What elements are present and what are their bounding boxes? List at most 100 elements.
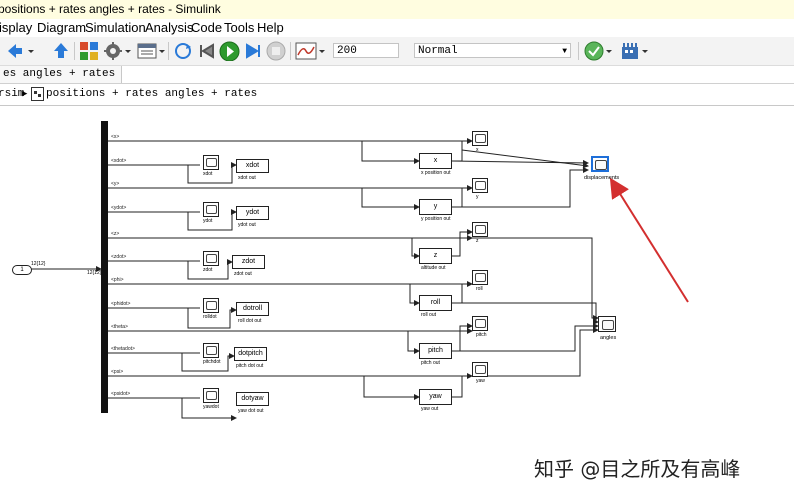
model-config-icon[interactable] <box>103 41 123 61</box>
scope-icon <box>475 225 486 234</box>
scope-icon <box>475 273 486 282</box>
scope-icon <box>475 134 486 143</box>
menu-analysis[interactable]: Analysis <box>145 19 193 37</box>
menu-help[interactable]: Help <box>257 19 284 37</box>
position-output-block[interactable]: pitch <box>419 343 452 359</box>
position-output-block[interactable]: yaw <box>419 389 452 405</box>
angles-label: angles <box>600 335 617 341</box>
refresh-icon[interactable] <box>172 41 194 61</box>
rate-output-block[interactable]: xdot <box>236 159 269 173</box>
tab-model[interactable]: es angles + rates <box>0 66 123 83</box>
step-forward-icon[interactable] <box>243 41 263 61</box>
position-output-caption: altitude out <box>421 265 446 271</box>
signal-label: <theta> <box>111 324 128 330</box>
model-explorer-icon[interactable] <box>137 41 157 61</box>
position-scope-block[interactable] <box>472 316 488 331</box>
rate-scope-block[interactable] <box>203 298 219 313</box>
position-scope-label: pitch <box>476 332 487 338</box>
position-output-caption: y position out <box>421 216 451 222</box>
displacements-scope[interactable] <box>591 156 609 172</box>
rate-scope-block[interactable] <box>203 388 219 403</box>
rate-output-block[interactable]: zdot <box>232 255 265 269</box>
scope-icon[interactable] <box>295 41 317 61</box>
rate-output-caption: roll dot out <box>238 318 262 324</box>
step-back-icon[interactable] <box>197 41 217 61</box>
position-scope-label: z <box>476 238 479 244</box>
check-icon[interactable] <box>584 41 604 61</box>
config-dropdown-icon[interactable] <box>124 41 132 61</box>
rate-scope-block[interactable] <box>203 251 219 266</box>
menu-display[interactable]: isplay <box>0 19 32 37</box>
scope-icon <box>475 319 486 328</box>
position-scope-block[interactable] <box>472 222 488 237</box>
signal-label: <phidot> <box>111 301 131 307</box>
rate-scope-block[interactable] <box>203 202 219 217</box>
stop-time-input[interactable]: 200 <box>333 43 399 58</box>
scope-icon <box>475 181 486 190</box>
rate-output-block[interactable]: dotyaw <box>236 392 269 406</box>
scope-icon <box>206 254 217 263</box>
rate-scope-label: xdot <box>203 171 213 177</box>
menu-bar: isplay Diagram Simulation Analysis Code … <box>0 19 794 37</box>
signal-label: <z> <box>111 231 120 237</box>
signal-label: <xdot> <box>111 158 127 164</box>
position-output-block[interactable]: x <box>419 153 452 169</box>
scope-dropdown-icon[interactable] <box>318 41 326 61</box>
menu-simulation[interactable]: Simulation <box>85 19 146 37</box>
run-icon[interactable] <box>219 41 240 61</box>
inport-block[interactable]: 1 <box>12 265 32 275</box>
menu-tools[interactable]: Tools <box>224 19 254 37</box>
position-output-block[interactable]: z <box>419 248 452 264</box>
position-output-caption: yaw out <box>421 406 439 412</box>
up-icon[interactable] <box>52 41 70 61</box>
explorer-dropdown-icon[interactable] <box>158 41 166 61</box>
annotation-arrow <box>609 177 689 303</box>
scope-icon <box>206 301 217 310</box>
simulation-mode-value: Normal <box>418 45 458 57</box>
position-scope-block[interactable] <box>472 178 488 193</box>
rate-output-caption: zdot out <box>234 271 252 277</box>
rate-scope-label: zdot <box>203 267 213 273</box>
demux-dim-label: 12{12} <box>87 270 102 276</box>
signal-label: <x> <box>111 134 120 140</box>
rate-scope-block[interactable] <box>203 343 219 358</box>
signal-label: <psidot> <box>111 391 131 397</box>
stop-icon[interactable] <box>266 41 286 61</box>
signal-label: <thetadot> <box>111 346 135 352</box>
library-browser-icon[interactable] <box>79 41 99 61</box>
position-scope-block[interactable] <box>472 131 488 146</box>
position-scope-block[interactable] <box>472 362 488 377</box>
simulation-mode-select[interactable]: Normal ▼ <box>414 43 571 58</box>
demux-block[interactable] <box>101 121 108 413</box>
rate-scope-block[interactable] <box>203 155 219 170</box>
rate-output-block[interactable]: ydot <box>236 206 269 220</box>
build-dropdown-icon[interactable] <box>641 41 649 61</box>
signal-label: <y> <box>111 181 120 187</box>
back-icon[interactable] <box>6 41 24 61</box>
menu-diagram[interactable]: Diagram <box>37 19 86 37</box>
rate-output-block[interactable]: dotroll <box>236 302 269 316</box>
signal-label: <psi> <box>111 369 124 375</box>
position-scope-block[interactable] <box>472 270 488 285</box>
scope-icon <box>206 391 217 400</box>
position-output-caption: pitch out <box>421 360 440 366</box>
forward-dropdown-icon[interactable] <box>26 41 36 61</box>
position-scope-label: x <box>476 147 479 153</box>
position-output-block[interactable]: roll <box>419 295 452 311</box>
breadcrumb-root[interactable]: rsim <box>0 84 24 105</box>
rate-output-caption: pitch dot out <box>236 363 264 369</box>
menu-code[interactable]: Code <box>191 19 222 37</box>
model-canvas[interactable]: 1 12{12} 12{12} <x> <xdot> <y> <ydot> <z> <zd… <box>0 106 794 500</box>
angles-scope[interactable] <box>598 316 616 332</box>
scope-icon <box>475 365 486 374</box>
position-output-caption: x position out <box>421 170 451 176</box>
subsystem-icon <box>31 87 44 101</box>
check-dropdown-icon[interactable] <box>605 41 613 61</box>
watermark: 知乎 @目之所及有高峰 <box>534 457 741 481</box>
build-icon[interactable] <box>620 41 640 61</box>
rate-output-block[interactable]: dotpitch <box>234 347 267 361</box>
breadcrumb-current[interactable]: positions + rates angles + rates <box>46 84 257 105</box>
position-scope-label: yaw <box>476 378 485 384</box>
position-output-block[interactable]: y <box>419 199 452 215</box>
rate-output-caption: xdot out <box>238 175 256 181</box>
